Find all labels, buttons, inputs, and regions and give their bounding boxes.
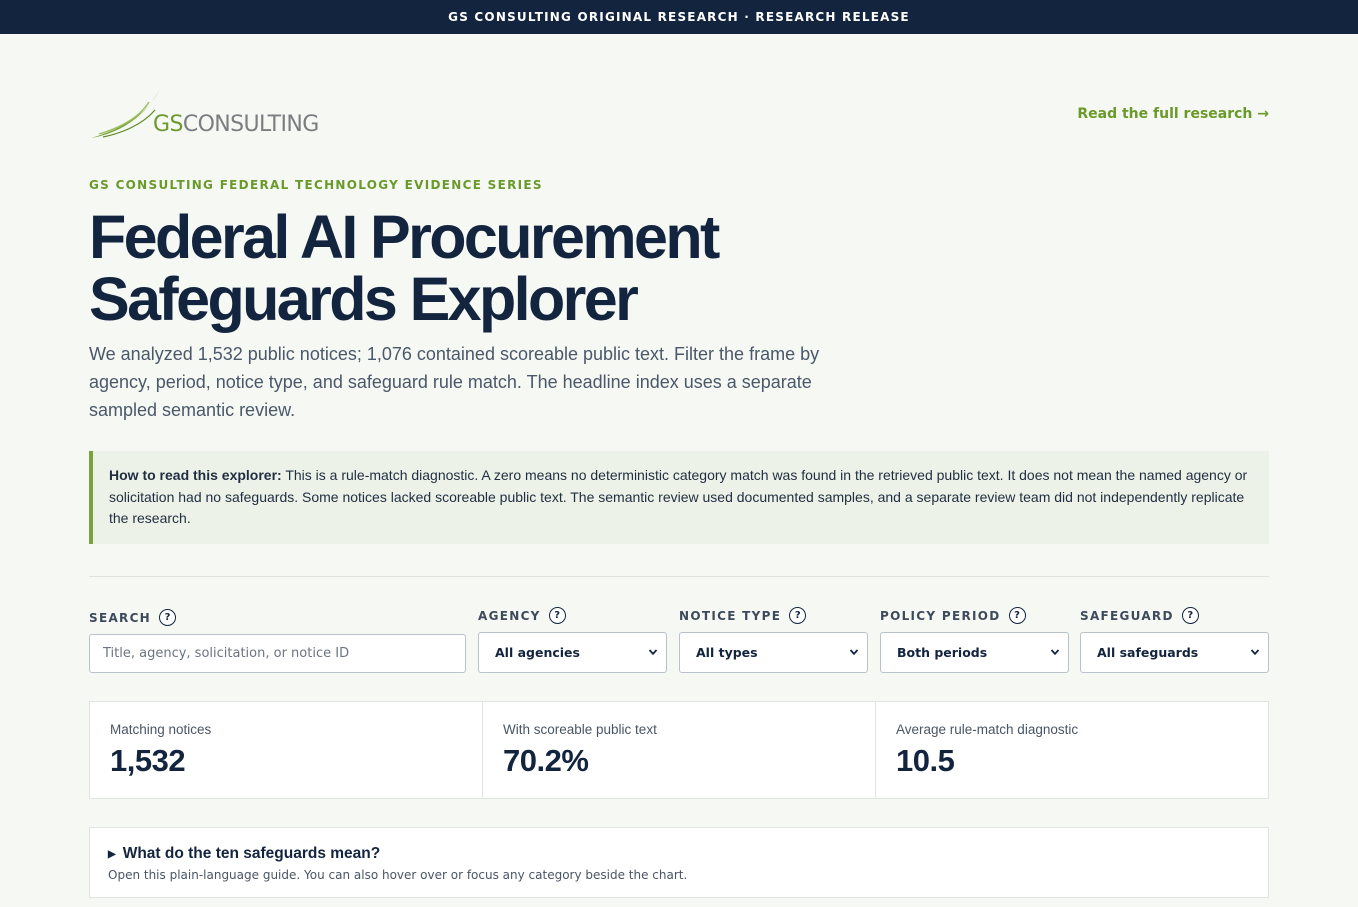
stat-matching-notices: Matching notices 1,532 [90, 702, 483, 798]
stat-label: With scoreable public text [503, 722, 657, 737]
search-input[interactable]: Title, agency, solicitation, or notice I… [89, 634, 466, 673]
notice-type-help-icon[interactable]: ? [789, 607, 807, 624]
safeguards-guide-disclosure[interactable]: ▶ What do the ten safeguards mean? Open … [89, 827, 1269, 898]
series-eyebrow: GS CONSULTING FEDERAL TECHNOLOGY EVIDENC… [89, 178, 543, 192]
logo-suffix: CONSULTING [182, 112, 319, 137]
callout-lead: How to read this explorer: [109, 467, 282, 483]
agency-select-value: All agencies [495, 645, 580, 660]
intro-paragraph: We analyzed 1,532 public notices; 1,076 … [89, 344, 820, 420]
safeguard-help-icon[interactable]: ? [1181, 607, 1199, 624]
agency-select[interactable]: All agencies [478, 632, 667, 673]
stat-scoreable-text: With scoreable public text 70.2% [483, 702, 876, 798]
top-banner: GS CONSULTING ORIGINAL RESEARCH · RESEAR… [0, 0, 1358, 34]
chevron-down-icon [648, 649, 658, 656]
guide-subtitle: Open this plain-language guide. You can … [108, 868, 688, 882]
guide-toggle[interactable]: ▶ What do the ten safeguards mean? [108, 845, 1268, 863]
stat-label: Average rule-match diagnostic [896, 722, 1079, 737]
agency-label-text: AGENCY [478, 608, 541, 623]
stat-average-diagnostic: Average rule-match diagnostic 10.5 [876, 702, 1268, 798]
safeguard-label: SAFEGUARD ? [1080, 607, 1199, 624]
notice-type-select[interactable]: All types [679, 632, 868, 673]
stat-value: 10.5 [896, 743, 955, 778]
policy-period-select[interactable]: Both periods [880, 632, 1069, 673]
section-divider [89, 576, 1269, 577]
stat-value: 1,532 [110, 743, 186, 778]
top-banner-text: GS CONSULTING ORIGINAL RESEARCH · RESEAR… [448, 10, 910, 24]
search-label-text: SEARCH [89, 610, 152, 625]
page-title-line-2: Safeguards Explorer [89, 265, 639, 333]
notice-type-label: NOTICE TYPE ? [679, 607, 807, 624]
chevron-down-icon [1050, 649, 1060, 656]
search-placeholder: Title, agency, solicitation, or notice I… [103, 646, 350, 661]
agency-help-icon[interactable]: ? [548, 607, 566, 624]
swoosh-logo-icon [91, 90, 159, 138]
stat-value: 70.2% [503, 743, 589, 778]
summary-stats: Matching notices 1,532 With scoreable pu… [89, 701, 1269, 799]
notice-type-select-value: All types [696, 645, 758, 660]
policy-period-label-text: POLICY PERIOD [880, 608, 1001, 623]
agency-label: AGENCY ? [478, 607, 566, 624]
logo-prefix: GS [153, 112, 183, 137]
read-full-research-link[interactable]: Read the full research → [1077, 106, 1269, 122]
safeguard-select-value: All safeguards [1097, 645, 1199, 660]
page-title: Federal AI Procurement Safeguards Explor… [89, 206, 849, 330]
site-header: GSCONSULTING Read the full research → [89, 34, 1269, 152]
safeguard-select[interactable]: All safeguards [1080, 632, 1269, 673]
notice-type-label-text: NOTICE TYPE [679, 608, 782, 623]
gs-consulting-logo[interactable]: GSCONSULTING [89, 88, 329, 142]
expand-triangle-icon: ▶ [108, 848, 116, 860]
chevron-down-icon [849, 649, 859, 656]
chevron-down-icon [1250, 649, 1260, 656]
guide-title: What do the ten safeguards mean? [122, 845, 381, 862]
policy-period-help-icon[interactable]: ? [1008, 607, 1026, 624]
logo-wordmark: GSCONSULTING [153, 112, 319, 137]
page-title-line-1: Federal AI Procurement [89, 203, 720, 271]
safeguard-label-text: SAFEGUARD [1080, 608, 1174, 623]
search-help-icon[interactable]: ? [159, 609, 177, 626]
how-to-read-callout: How to read this explorer: This is a rul… [89, 451, 1269, 544]
policy-period-select-value: Both periods [897, 645, 988, 660]
policy-period-label: POLICY PERIOD ? [880, 607, 1026, 624]
main-container: GSCONSULTING Read the full research → GS… [89, 34, 1269, 898]
search-label: SEARCH ? [89, 609, 177, 626]
stat-label: Matching notices [110, 722, 212, 737]
